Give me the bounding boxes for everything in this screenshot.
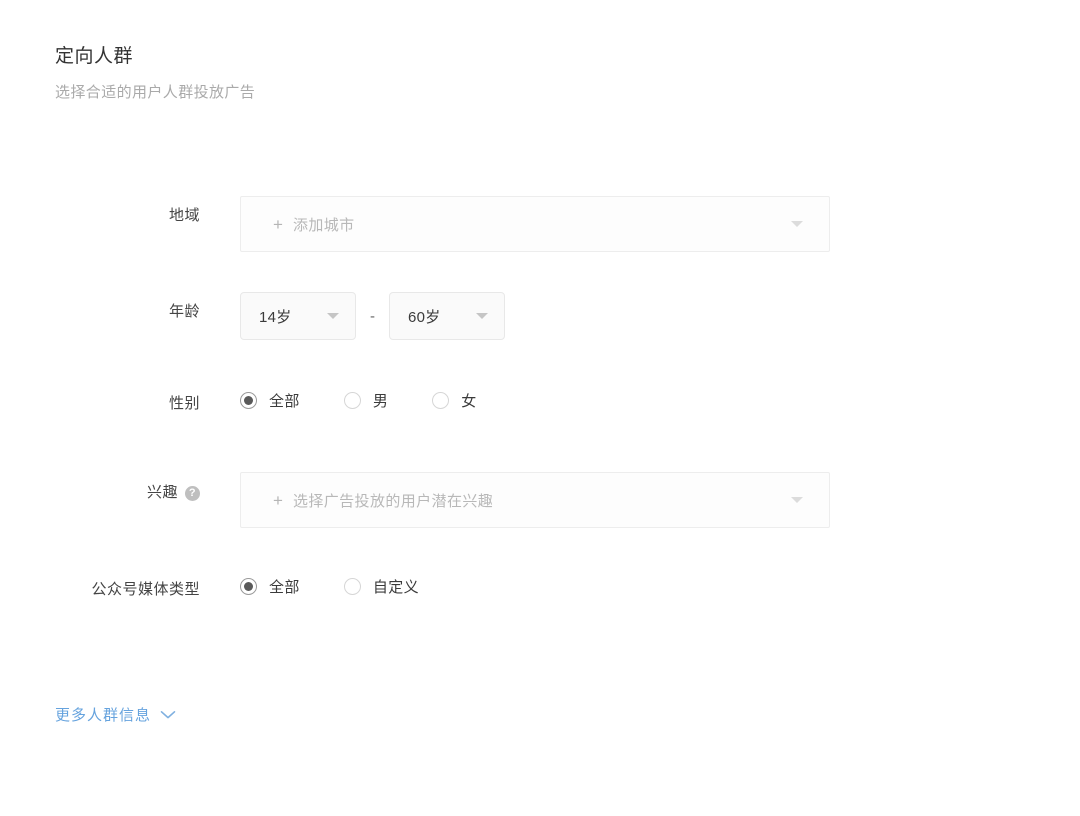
age-to-value: 60岁 <box>408 306 441 327</box>
age-range-group: 14岁 - 60岁 <box>240 292 1080 340</box>
gender-radio-female-label: 女 <box>461 390 476 411</box>
caret-down-icon <box>476 313 488 319</box>
help-circle-icon[interactable]: ? <box>185 486 200 501</box>
radio-dot-icon <box>344 392 361 409</box>
age-to-select[interactable]: 60岁 <box>389 292 505 340</box>
gender-radio-group: 全部 男 女 <box>240 384 1080 411</box>
targeting-audience-page: 定向人群 选择合适的用户人群投放广告 地域 + 添加城市 年龄 14岁 <box>0 0 1080 816</box>
gender-radio-male-label: 男 <box>373 390 388 411</box>
page-title: 定向人群 <box>55 44 255 70</box>
label-region: 地域 <box>0 196 200 227</box>
caret-down-icon <box>791 497 803 503</box>
label-gender: 性别 <box>0 384 200 415</box>
more-audience-info-link[interactable]: 更多人群信息 <box>55 704 176 725</box>
form-row-interest: 兴趣 ? + 选择广告投放的用户潜在兴趣 <box>0 472 1080 570</box>
label-interest-wrap: 兴趣 ? <box>0 472 200 504</box>
gender-radio-all[interactable]: 全部 <box>240 390 300 411</box>
radio-dot-icon <box>240 578 257 595</box>
caret-down-icon <box>327 313 339 319</box>
page-subtitle: 选择合适的用户人群投放广告 <box>55 82 255 104</box>
form-row-region: 地域 + 添加城市 <box>0 196 1080 292</box>
media-type-radio-all-label: 全部 <box>269 576 300 597</box>
label-age: 年龄 <box>0 292 200 323</box>
radio-dot-icon <box>432 392 449 409</box>
label-interest: 兴趣 <box>147 482 178 504</box>
gender-radio-female[interactable]: 女 <box>432 390 476 411</box>
region-placeholder: 添加城市 <box>293 214 355 235</box>
targeting-form: 地域 + 添加城市 年龄 14岁 - <box>0 196 1080 632</box>
media-type-control: 全部 自定义 <box>200 570 1080 597</box>
age-from-value: 14岁 <box>259 306 292 327</box>
age-from-select[interactable]: 14岁 <box>240 292 356 340</box>
plus-icon: + <box>273 492 283 509</box>
media-type-radio-custom-label: 自定义 <box>373 576 419 597</box>
radio-dot-icon <box>240 392 257 409</box>
chevron-down-icon <box>160 710 176 720</box>
gender-control: 全部 男 女 <box>200 384 1080 411</box>
caret-down-icon <box>791 221 803 227</box>
gender-radio-male[interactable]: 男 <box>344 390 388 411</box>
radio-dot-icon <box>344 578 361 595</box>
media-type-radio-custom[interactable]: 自定义 <box>344 576 419 597</box>
region-select[interactable]: + 添加城市 <box>240 196 830 252</box>
media-type-radio-group: 全部 自定义 <box>240 570 1080 597</box>
region-control: + 添加城市 <box>200 196 1080 252</box>
interest-select[interactable]: + 选择广告投放的用户潜在兴趣 <box>240 472 830 528</box>
interest-placeholder: 选择广告投放的用户潜在兴趣 <box>293 490 493 511</box>
label-media-type: 公众号媒体类型 <box>0 570 200 601</box>
more-audience-info-label: 更多人群信息 <box>55 704 151 725</box>
interest-control: + 选择广告投放的用户潜在兴趣 <box>200 472 1080 528</box>
gender-radio-all-label: 全部 <box>269 390 300 411</box>
age-range-separator: - <box>370 308 375 325</box>
page-header: 定向人群 选择合适的用户人群投放广告 <box>55 44 255 104</box>
media-type-radio-all[interactable]: 全部 <box>240 576 300 597</box>
plus-icon: + <box>273 216 283 233</box>
form-row-media-type: 公众号媒体类型 全部 自定义 <box>0 570 1080 632</box>
age-control: 14岁 - 60岁 <box>200 292 1080 340</box>
form-row-age: 年龄 14岁 - 60岁 <box>0 292 1080 384</box>
form-row-gender: 性别 全部 男 女 <box>0 384 1080 472</box>
